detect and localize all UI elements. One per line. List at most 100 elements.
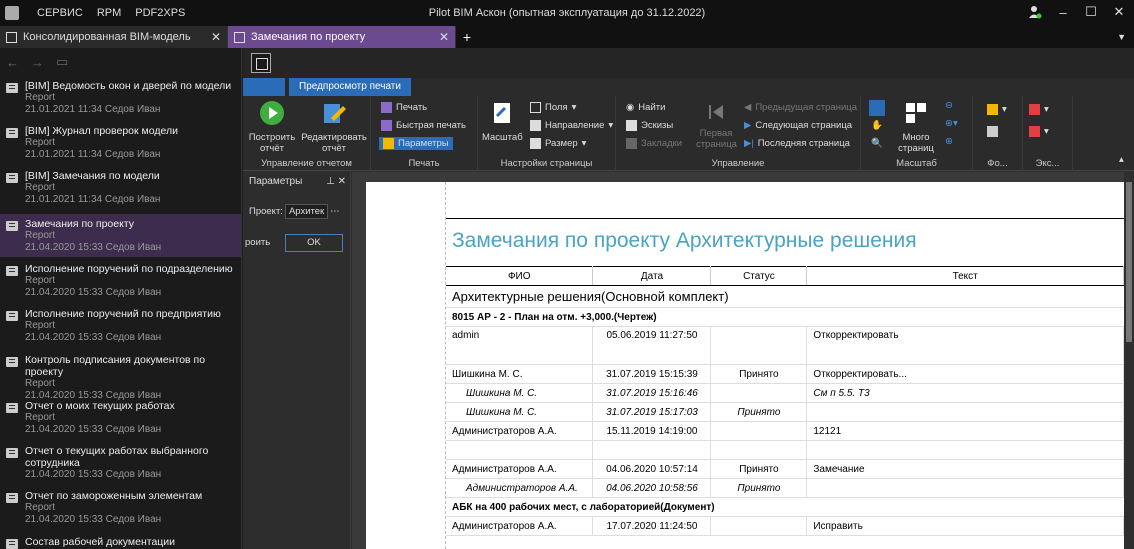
report-list-item-selected[interactable]: Замечания по проекту Report 21.04.2020 1…	[0, 214, 241, 257]
parameters-button[interactable]: Параметры	[379, 137, 453, 150]
report-date: 21.04.2020 15:33 Седов Иван	[25, 332, 162, 343]
more-options-icon[interactable]: ⋯	[330, 206, 340, 217]
tab-bim-model[interactable]: Консолидированная BIM-модель ✕	[0, 26, 228, 48]
prev-page-button[interactable]: ◀ Предыдущая страница	[744, 102, 857, 113]
report-list-item[interactable]: Отчет о текущих работах выбранного сотру…	[0, 445, 241, 481]
scale-button[interactable]: Масштаб	[482, 100, 523, 143]
size-dropdown[interactable]: Размер ▾	[530, 138, 586, 149]
edit-report-button[interactable]: Редактировать отчёт	[301, 100, 367, 154]
report-list-item[interactable]: [BIM] Замечания по модели Report 21.01.2…	[0, 170, 241, 206]
ok-button[interactable]: OK	[285, 234, 343, 252]
tab-close-icon[interactable]: ✕	[211, 30, 221, 44]
file-menu-icon[interactable]	[243, 78, 285, 96]
add-tab-icon[interactable]: +	[456, 26, 478, 48]
menu-rpm[interactable]: RPM	[97, 7, 121, 19]
print-button[interactable]: Печать	[381, 102, 427, 113]
report-list-item[interactable]: Контроль подписания документов по проект…	[0, 354, 241, 402]
ribbon: Построить отчёт Редактировать отчёт Упра…	[243, 96, 1134, 171]
group-report-management: Построить отчёт Редактировать отчёт Упра…	[243, 96, 371, 171]
next-page-button[interactable]: ▶ Следующая страница	[744, 120, 852, 131]
subgroup-row: АБК на 400 рабочих мест, с лабораторией(…	[446, 497, 1124, 517]
fields-dropdown[interactable]: Поля ▾	[530, 102, 576, 113]
report-list-item[interactable]: Исполнение поручений по предприятию Repo…	[0, 308, 241, 344]
button-label: Найти	[638, 102, 666, 113]
direction-dropdown[interactable]: Направление ▾	[530, 120, 613, 131]
menu-pdf2xps[interactable]: PDF2XPS	[135, 7, 185, 19]
chevron-down-icon: ▾	[608, 120, 614, 131]
page-size-icon	[530, 138, 541, 149]
ribbon-tabs: Предпросмотр печати	[243, 78, 1134, 96]
button-label: Много страниц	[898, 132, 934, 154]
tab-project-remarks[interactable]: Замечания по проекту ✕	[228, 26, 456, 48]
cell-fio: Администраторов А.А.	[446, 516, 594, 536]
send-button[interactable]: ▾	[1029, 126, 1049, 137]
pin-icon[interactable]: ⊥	[326, 176, 335, 187]
report-title: Отчет о моих текущих работах	[25, 400, 175, 412]
vertical-scrollbar[interactable]	[1124, 172, 1134, 549]
watermark-button[interactable]	[987, 126, 998, 137]
report-title: Отчет по замороженным элементам	[25, 490, 203, 502]
play-icon	[260, 101, 284, 125]
project-param-row: Проект: Архитек ⋯	[249, 204, 340, 219]
collapse-ribbon-icon[interactable]: ▴	[1119, 154, 1124, 165]
export-button[interactable]: ▾	[1029, 104, 1049, 115]
last-page-button[interactable]: ▶| Последняя страница	[744, 138, 850, 149]
forward-arrow-icon[interactable]: →	[31, 55, 44, 70]
group-label: Фо...	[987, 158, 1008, 169]
maximize-icon[interactable]: ☐	[1084, 4, 1098, 20]
project-field[interactable]: Архитек	[284, 204, 329, 219]
hand-tool-icon[interactable]: ✋	[871, 120, 883, 131]
layout-icon[interactable]	[251, 53, 271, 73]
scrollbar-thumb[interactable]	[1126, 182, 1132, 342]
report-list-item[interactable]: [BIM] Ведомость окон и дверей по модели …	[0, 80, 241, 116]
build-report-button[interactable]: Построить отчёт	[247, 100, 297, 154]
tab-print-preview[interactable]: Предпросмотр печати	[289, 78, 411, 96]
zoom-dropdown-icon[interactable]: ⊕▾	[945, 118, 958, 129]
build-button[interactable]: роить	[243, 234, 275, 252]
binoculars-icon: ◉	[626, 102, 635, 113]
report-type: Report	[25, 502, 56, 513]
report-list-item[interactable]: Отчет о моих текущих работах Report 21.0…	[0, 400, 241, 436]
report-list-item[interactable]: Отчет по замороженным элементам Report 2…	[0, 490, 241, 526]
first-page-button[interactable]: Первая страница	[696, 102, 737, 150]
report-type: Report	[25, 320, 56, 331]
print-preview-area[interactable]: Замечания по проекту Архитектурные решен…	[352, 172, 1134, 549]
cell-text: Откорректировать...	[806, 364, 1124, 384]
bookmarks-button[interactable]: Закладки	[626, 138, 682, 149]
close-pane-icon[interactable]: ✕	[338, 176, 346, 187]
report-list-item[interactable]: Исполнение поручений по подразделению Re…	[0, 263, 241, 299]
tab-close-icon[interactable]: ✕	[439, 30, 449, 44]
zoom-out-icon[interactable]: ⊖	[945, 100, 953, 111]
subgroup-title: АБК на 400 рабочих мест, с лабораторией(…	[446, 497, 1124, 517]
window-icon[interactable]: ▭	[56, 54, 68, 70]
report-list-item[interactable]: Состав рабочей документации	[0, 536, 241, 549]
button-label: Закладки	[641, 138, 683, 149]
report-type: Report	[25, 275, 56, 286]
cell-fio: admin	[446, 326, 594, 365]
cell-text: Исправить	[806, 516, 1124, 536]
close-icon[interactable]: ✕	[1112, 4, 1126, 20]
page-color-button[interactable]: ▾	[987, 104, 1007, 115]
many-pages-button[interactable]: Много страниц	[895, 100, 937, 154]
tab-list-dropdown-icon[interactable]: ▼	[1117, 26, 1126, 48]
magnifier-tool-icon[interactable]: 🔍	[871, 138, 883, 149]
thumbnails-button[interactable]: Эскизы	[626, 120, 673, 131]
report-list-item[interactable]: [BIM] Журнал проверок модели Report 21.0…	[0, 125, 241, 161]
chevron-down-icon: ▾	[581, 138, 587, 149]
table-row: Шишкина М. С. 31.07.2019 15:17:03 Принят…	[446, 402, 1124, 422]
quick-printer-icon	[381, 120, 392, 131]
page-color-icon	[987, 104, 998, 115]
pointer-tool-icon[interactable]	[869, 100, 885, 116]
user-icon[interactable]	[1028, 5, 1042, 19]
menu-service[interactable]: СЕРВИС	[37, 7, 83, 19]
cell-date: 31.07.2019 15:16:46	[592, 383, 712, 403]
cell-fio: Администраторов А.А.	[446, 459, 594, 479]
quick-print-button[interactable]: Быстрая печать	[381, 120, 466, 131]
cell-status	[710, 421, 808, 441]
back-arrow-icon[interactable]: ←	[6, 55, 19, 70]
zoom-in-icon[interactable]: ⊕	[945, 136, 953, 147]
title-bar: СЕРВИС RPM PDF2XPS Pilot BIM Аскон (опыт…	[0, 0, 1134, 26]
find-button[interactable]: ◉ Найти	[626, 102, 665, 113]
minimize-icon[interactable]: –	[1056, 5, 1070, 20]
first-page-icon	[709, 105, 723, 119]
